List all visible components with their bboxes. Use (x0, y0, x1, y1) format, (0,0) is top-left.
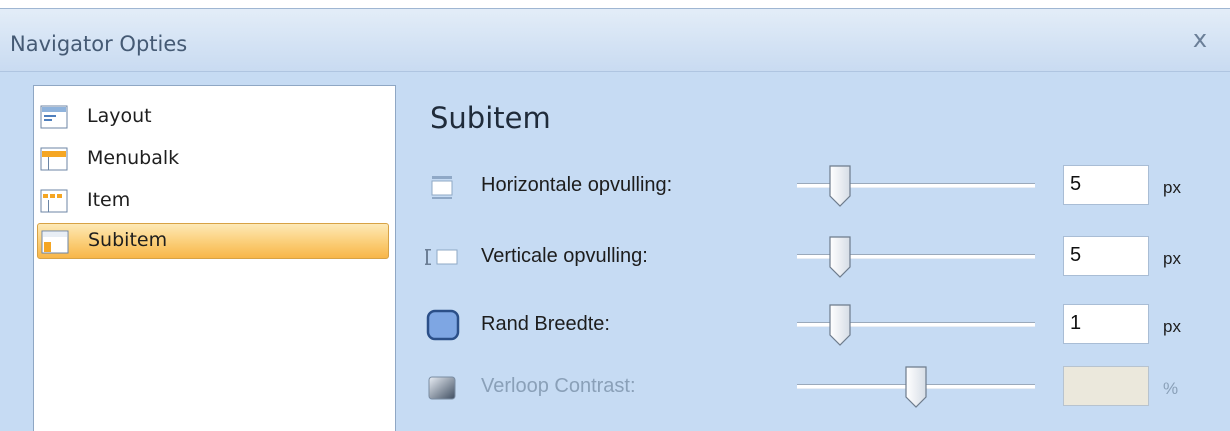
setting-label: Verticale opvulling: (481, 245, 648, 267)
close-icon[interactable]: x (1188, 27, 1212, 51)
setting-label: Verloop Contrast: (481, 375, 636, 397)
slider-thumb[interactable] (827, 235, 853, 279)
item-icon (40, 189, 68, 213)
slider-thumb[interactable] (827, 303, 853, 347)
vertical-padding-slider[interactable] (797, 235, 1037, 279)
horizontal-padding-slider[interactable] (797, 164, 1037, 208)
unit-label: % (1163, 379, 1179, 398)
vertical-padding-icon (425, 249, 458, 265)
category-list: Layout Menubalk Item Subitem (33, 85, 396, 431)
nav-item-item[interactable]: Item (37, 183, 389, 219)
nav-item-label: Item (87, 189, 131, 211)
setting-row-vertical-padding: Verticale opvulling: 5 px (425, 235, 1215, 279)
nav-item-subitem[interactable]: Subitem (37, 223, 389, 259)
unit-label: px (1163, 178, 1181, 197)
border-width-input[interactable]: 1 (1063, 304, 1149, 344)
horizontal-padding-input[interactable]: 5 (1063, 165, 1149, 205)
section-heading: Subitem (430, 101, 551, 135)
horizontal-padding-icon (431, 176, 453, 199)
setting-row-horizontal-padding: Horizontale opvulling: 5 px (425, 164, 1215, 208)
nav-item-menubalk[interactable]: Menubalk (37, 141, 389, 177)
gradient-contrast-input[interactable] (1063, 366, 1149, 406)
nav-item-label: Menubalk (87, 147, 180, 169)
border-width-icon (426, 309, 460, 341)
title-bar: Navigator Opties x (0, 9, 1230, 72)
setting-row-gradient-contrast: Verloop Contrast: % (425, 365, 1215, 409)
setting-label: Horizontale opvulling: (481, 174, 673, 196)
gradient-contrast-slider[interactable] (797, 365, 1037, 409)
dialog-title: Navigator Opties (10, 32, 188, 56)
setting-label: Rand Breedte: (481, 313, 610, 335)
unit-label: px (1163, 249, 1181, 268)
unit-label: px (1163, 317, 1181, 336)
menubar-icon (40, 147, 68, 171)
vertical-padding-input[interactable]: 5 (1063, 236, 1149, 276)
subitem-icon (41, 230, 69, 254)
layout-icon (40, 105, 68, 129)
slider-thumb[interactable] (903, 365, 929, 409)
nav-item-layout[interactable]: Layout (37, 99, 389, 135)
nav-item-label: Layout (87, 105, 152, 127)
slider-thumb[interactable] (827, 164, 853, 208)
gradient-contrast-icon (428, 376, 456, 400)
nav-item-label: Subitem (88, 229, 168, 251)
setting-row-border-width: Rand Breedte: 1 px (425, 303, 1215, 347)
border-width-slider[interactable] (797, 303, 1037, 347)
